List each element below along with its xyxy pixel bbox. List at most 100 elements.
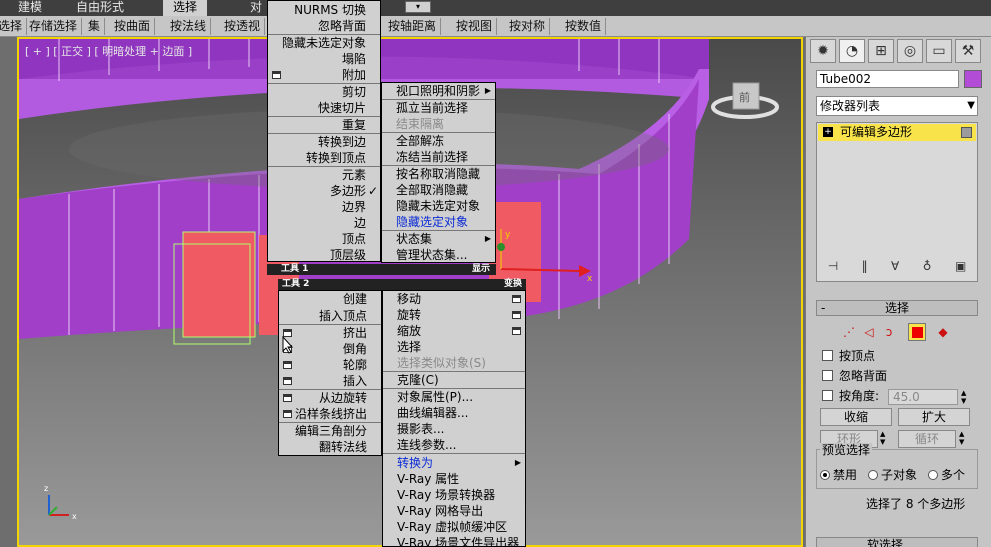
menu-vray-vfb[interactable]: V-Ray 虚拟帧缓冲区	[397, 519, 507, 535]
store-selection-button[interactable]: 存储选择	[25, 18, 83, 35]
select-button[interactable]: 选择	[0, 18, 28, 35]
menu-vray-mesh-export[interactable]: V-Ray 网格导出	[397, 503, 483, 519]
menu-move[interactable]: 移动	[397, 291, 421, 307]
menu-ignore-backfacing[interactable]: 忽略背面	[318, 18, 366, 34]
ring-spinner[interactable]: ▲ ▼	[880, 430, 890, 448]
menu-outline[interactable]: 轮廓	[343, 357, 367, 373]
menu-element[interactable]: 元素	[342, 167, 366, 183]
loop-spinner[interactable]: ▲ ▼	[959, 430, 969, 448]
by-numeric-button[interactable]: 按数值	[561, 18, 607, 35]
menu-extrude[interactable]: 挤出	[343, 325, 367, 341]
menu-convert-to[interactable]: 转换为	[397, 455, 433, 471]
menu-quickslice[interactable]: 快速切片	[318, 100, 366, 116]
menu-manage-state-sets[interactable]: 管理状态集...	[396, 247, 467, 263]
tab-object-paint[interactable]: 对	[250, 0, 262, 16]
menu-hinge-from-edge[interactable]: 从边旋转	[319, 390, 367, 406]
by-perspective-button[interactable]: 按透视	[220, 18, 266, 35]
selection-rollout-header[interactable]: - 选择	[816, 300, 978, 316]
by-surface-button[interactable]: 按曲面	[110, 18, 156, 35]
create-tab-icon[interactable]: ✹	[810, 39, 836, 63]
tab-modeling[interactable]: 建模	[18, 0, 42, 16]
menu-edit-triangulation[interactable]: 编辑三角剖分	[295, 423, 367, 439]
object-name-field[interactable]: Tube002	[816, 70, 959, 88]
remove-modifier-icon[interactable]: ♁	[923, 259, 932, 273]
tab-freeform[interactable]: 自由形式	[76, 0, 124, 16]
menu-border[interactable]: 边界	[342, 199, 366, 215]
menu-cut[interactable]: 剪切	[342, 84, 366, 100]
tab-selection[interactable]: 选择	[163, 0, 208, 16]
menu-end-isolate[interactable]: 结束隔离	[396, 116, 444, 132]
menu-state-sets[interactable]: 状态集	[396, 231, 432, 247]
make-unique-icon[interactable]: ∀	[891, 259, 899, 273]
configure-sets-icon[interactable]: ▣	[955, 259, 966, 273]
menu-collapse[interactable]: 塌陷	[342, 51, 366, 67]
menu-polygon[interactable]: 多边形	[330, 183, 366, 199]
menu-vray-scene-converter[interactable]: V-Ray 场景转换器	[397, 487, 495, 503]
by-angle-checkbox[interactable]: 按角度:	[822, 388, 879, 404]
menu-unhide-by-name[interactable]: 按名称取消隐藏	[396, 166, 480, 182]
by-normal-button[interactable]: 按法线	[166, 18, 212, 35]
menu-convert-to-vertex[interactable]: 转换到顶点	[306, 150, 366, 166]
element-icon[interactable]: ◆	[934, 323, 952, 341]
menu-extrude-along-spline[interactable]: 沿样条线挤出	[295, 406, 367, 422]
settings-box-icon[interactable]	[283, 377, 292, 385]
menu-select[interactable]: 选择	[397, 339, 421, 355]
show-end-result-icon[interactable]: ‖	[862, 259, 868, 273]
menu-viewport-lighting[interactable]: 视口照明和阴影	[396, 83, 480, 99]
menu-hide-unselected[interactable]: 隐藏未选定对象	[282, 35, 366, 51]
menu-hide-selection[interactable]: 隐藏选定对象	[396, 214, 468, 230]
menu-inset[interactable]: 插入	[343, 373, 367, 389]
menu-convert-to-edge[interactable]: 转换到边	[318, 134, 366, 150]
menu-clone[interactable]: 克隆(C)	[397, 372, 439, 388]
utilities-tab-icon[interactable]: ⚒	[955, 39, 981, 63]
menu-attach[interactable]: 附加	[342, 67, 366, 83]
modifier-list-dropdown[interactable]: 修改器列表 ▼	[816, 96, 978, 116]
menu-rotate[interactable]: 旋转	[397, 307, 421, 323]
menu-top-level[interactable]: 顶层级	[330, 247, 366, 263]
angle-spinner-arrows[interactable]: ▲ ▼	[961, 389, 971, 405]
ignore-backfacing-checkbox[interactable]: 忽略背面	[822, 368, 887, 384]
settings-box-icon[interactable]	[512, 311, 521, 319]
menu-isolate-selection[interactable]: 孤立当前选择	[396, 100, 468, 116]
preview-multi-radio[interactable]: 多个	[928, 467, 965, 483]
viewport-label[interactable]: [ + ] [ 正交 ] [ 明暗处理 + 边面 ]	[25, 43, 192, 59]
menu-object-properties[interactable]: 对象属性(P)...	[397, 389, 473, 405]
by-vertex-checkbox[interactable]: 按顶点	[822, 348, 875, 364]
by-pivot-distance-button[interactable]: 按轴距离	[384, 18, 442, 35]
menu-select-similar[interactable]: 选择类似对象(S)	[397, 355, 486, 371]
settings-box-icon[interactable]	[512, 327, 521, 335]
vertex-icon[interactable]: ⋰	[840, 323, 858, 341]
loop-button[interactable]: 循环	[898, 430, 956, 448]
settings-box-icon[interactable]	[512, 295, 521, 303]
menu-vray-scene-exporter[interactable]: V-Ray 场景文件导出器	[397, 535, 519, 547]
stack-item-editable-poly[interactable]: + 可编辑多边形	[818, 124, 976, 141]
preview-subobject-radio[interactable]: 子对象	[868, 467, 917, 483]
menu-unhide-all[interactable]: 全部取消隐藏	[396, 182, 468, 198]
settings-box-icon[interactable]	[272, 71, 281, 79]
expand-icon[interactable]: +	[823, 127, 833, 137]
menu-curve-editor[interactable]: 曲线编辑器...	[397, 405, 468, 421]
preview-disabled-radio[interactable]: 禁用	[820, 467, 857, 483]
menu-scale[interactable]: 缩放	[397, 323, 421, 339]
menu-unfreeze-all[interactable]: 全部解冻	[396, 133, 444, 149]
soft-selection-rollout-header[interactable]: 软选择	[816, 537, 978, 547]
sets-button[interactable]: 集	[84, 18, 106, 35]
border-icon[interactable]: ↄ	[880, 323, 898, 341]
menu-repeat[interactable]: 重复	[342, 117, 366, 133]
menu-create[interactable]: 创建	[343, 291, 367, 307]
dropdown-icon[interactable]: ▾	[405, 1, 431, 13]
by-view-button[interactable]: 按视图	[452, 18, 498, 35]
display-tab-icon[interactable]: ▭	[926, 39, 952, 63]
menu-vray-properties[interactable]: V-Ray 属性	[397, 471, 459, 487]
menu-wire-parameters[interactable]: 连线参数...	[397, 437, 456, 453]
menu-vertex[interactable]: 顶点	[342, 231, 366, 247]
menu-dope-sheet[interactable]: 摄影表...	[397, 421, 444, 437]
menu-insert-vertex[interactable]: 插入顶点	[319, 308, 367, 324]
modify-tab-icon[interactable]: ◔	[839, 39, 865, 63]
menu-bevel[interactable]: 倒角	[343, 341, 367, 357]
hierarchy-tab-icon[interactable]: ⊞	[868, 39, 894, 63]
menu-hide-unselected-objects[interactable]: 隐藏未选定对象	[396, 198, 480, 214]
menu-freeze-selection[interactable]: 冻结当前选择	[396, 149, 468, 165]
menu-edge[interactable]: 边	[354, 215, 366, 231]
grow-button[interactable]: 扩大	[898, 408, 970, 426]
